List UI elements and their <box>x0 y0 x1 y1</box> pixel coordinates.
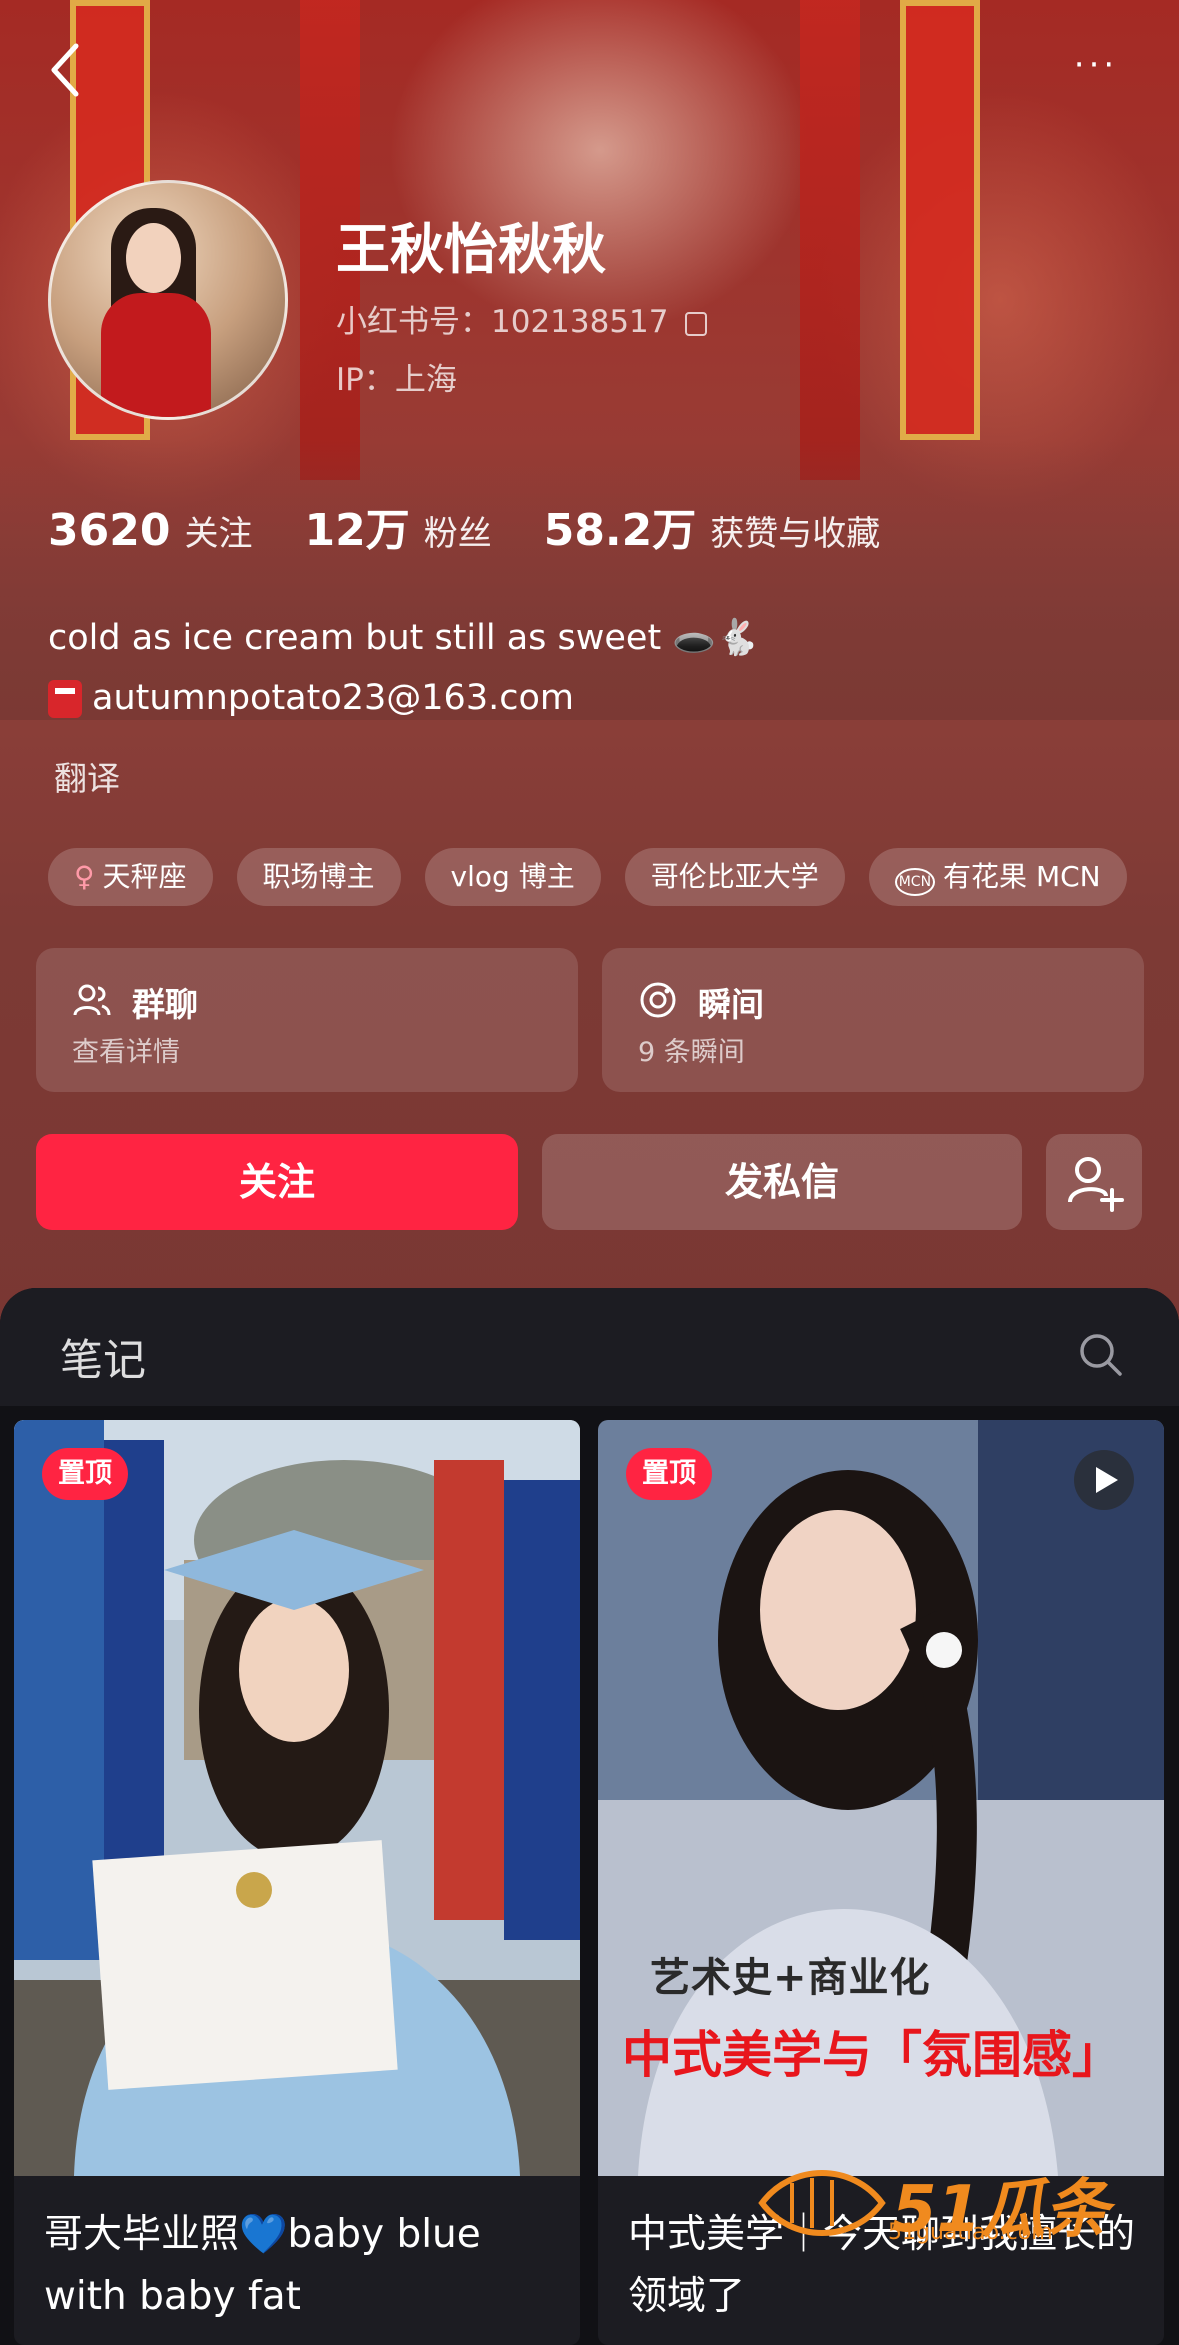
red-id-text: 小红书号：102138517 <box>336 304 669 340</box>
group-chat-icon <box>73 984 111 1016</box>
tag-label: 职场博主 <box>262 860 375 893</box>
bio-line: cold as ice cream but still as sweet 🕳️🐇 <box>48 618 760 658</box>
bio: cold as ice cream but still as sweet 🕳️🐇… <box>48 608 759 728</box>
banner-pillar-right <box>800 0 860 480</box>
tag-mcn[interactable]: MCN 有花果 MCN <box>868 848 1127 906</box>
copy-icon[interactable] <box>684 311 707 336</box>
bio-email-line: autumnpotato23@163.com <box>48 668 759 728</box>
group-chat-card[interactable]: 群聊 查看详情 <box>36 948 578 1092</box>
stat-followers[interactable]: 12万 粉丝 <box>304 494 491 558</box>
notes-tabbar <box>0 1288 1179 1406</box>
moments-title: 瞬间 <box>698 985 764 1024</box>
red-id: 小红书号：102138517 <box>336 296 707 341</box>
play-icon <box>1074 1450 1134 1510</box>
stat-followers-num: 12万 <box>304 505 410 556</box>
group-chat-sub: 查看详情 <box>72 1037 180 1068</box>
moments-icon <box>640 982 676 1018</box>
fish-logo-icon <box>758 2170 886 2236</box>
note-caption: 哥大毕业照💙baby blue with baby fat <box>44 2212 481 2319</box>
tag-vlog[interactable]: vlog 博主 <box>424 848 601 906</box>
stat-following-num: 3620 <box>48 505 171 556</box>
tag-career[interactable]: 职场博主 <box>236 848 401 906</box>
profile-name: 王秋怡秋秋 <box>336 218 606 281</box>
cover-overlay-subtitle: 艺术史+商业化 <box>650 1955 931 2001</box>
more-options-icon[interactable]: ··· <box>1066 48 1126 82</box>
tag-zodiac[interactable]: ♀ 天秤座 <box>48 848 213 906</box>
watermark-url: 51guatiao.com <box>888 2220 1053 2245</box>
stat-followers-label: 粉丝 <box>423 514 492 554</box>
tag-label: 有花果 MCN <box>943 860 1101 893</box>
pinned-badge: 置顶 <box>626 1448 712 1500</box>
avatar-dress <box>101 293 211 417</box>
follow-button[interactable]: 关注 <box>36 1134 518 1230</box>
stat-following[interactable]: 3620 关注 <box>48 505 252 556</box>
stat-following-label: 关注 <box>184 514 253 554</box>
message-button[interactable]: 发私信 <box>542 1134 1022 1230</box>
cover-overlay-title: 中式美学与「氛围感」 <box>622 2026 1122 2084</box>
avatar-face <box>126 223 181 293</box>
note-card[interactable]: 置顶 哥大毕业照💙baby blue with baby fat <box>14 1420 580 2345</box>
add-friend-button[interactable] <box>1046 1134 1142 1230</box>
group-chat-title: 群聊 <box>132 985 198 1024</box>
add-user-icon <box>1068 1157 1124 1212</box>
tag-label: 天秤座 <box>102 860 187 893</box>
ip-location: IP：上海 <box>336 362 457 398</box>
bio-email: autumnpotato23@163.com <box>92 678 574 718</box>
mailbox-icon <box>48 680 82 718</box>
pinned-badge: 置顶 <box>42 1448 128 1500</box>
moments-sub: 9 条瞬间 <box>638 1037 745 1068</box>
back-arrow-icon[interactable] <box>46 40 86 100</box>
tag-school[interactable]: 哥伦比亚大学 <box>624 848 845 906</box>
tag-label: 哥伦比亚大学 <box>650 860 819 893</box>
moments-card[interactable]: 瞬间 9 条瞬间 <box>602 948 1144 1092</box>
mcn-icon: MCN <box>894 868 936 896</box>
female-icon: ♀ <box>74 860 95 893</box>
tag-list: ♀ 天秤座 职场博主 vlog 博主 哥伦比亚大学 MCN 有花果 MCN <box>48 848 1151 906</box>
banner-couplet-right <box>900 0 980 440</box>
stat-likes-label: 获赞与收藏 <box>710 514 881 554</box>
tag-label: vlog 博主 <box>450 860 575 893</box>
stats-row: 3620 关注 12万 粉丝 58.2万 获赞与收藏 <box>48 494 932 558</box>
watermark: 51瓜条 51guatiao.com <box>752 2158 1152 2248</box>
tab-notes[interactable]: 笔记 <box>60 1326 146 1388</box>
avatar[interactable] <box>48 180 288 420</box>
translate-link[interactable]: 翻译 <box>54 752 120 800</box>
note-cover-graduation <box>14 1420 580 2176</box>
stat-likes-num: 58.2万 <box>543 505 697 556</box>
search-icon[interactable] <box>1076 1330 1124 1378</box>
stat-likes[interactable]: 58.2万 获赞与收藏 <box>544 494 881 558</box>
